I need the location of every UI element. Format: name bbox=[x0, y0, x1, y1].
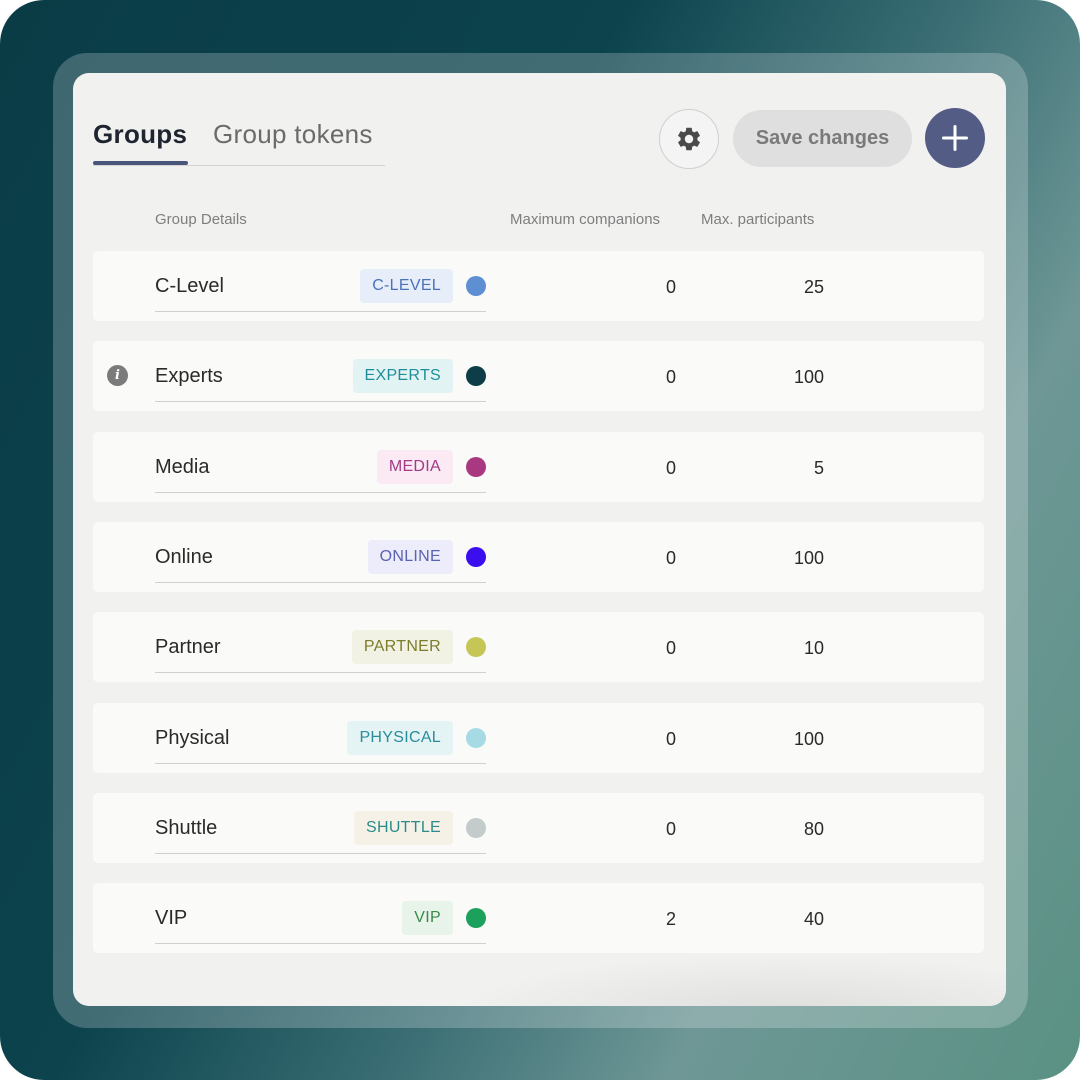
save-changes-button[interactable]: Save changes bbox=[733, 110, 912, 167]
group-tag-badge: PHYSICAL bbox=[347, 720, 453, 755]
group-details[interactable]: Partner PARTNER bbox=[155, 612, 486, 674]
max-participants-value: 25 bbox=[803, 277, 824, 297]
tab-bar: Groups Group tokens bbox=[93, 113, 385, 166]
max-companions-value: 0 bbox=[665, 547, 676, 568]
group-details[interactable]: Online ONLINE bbox=[155, 522, 486, 583]
info-icon[interactable]: i bbox=[107, 365, 128, 387]
group-name: Online bbox=[155, 545, 213, 568]
max-participants-value: 10 bbox=[803, 638, 824, 659]
group-details[interactable]: Media MEDIA bbox=[155, 432, 486, 493]
max-participants-value: 100 bbox=[793, 367, 824, 388]
max-companions-value: 0 bbox=[665, 728, 676, 749]
group-details[interactable]: Experts EXPERTS bbox=[155, 341, 486, 403]
group-tag-badge: C-LEVEL bbox=[360, 269, 453, 303]
max-companions-value: 0 bbox=[665, 277, 676, 297]
group-color-dot[interactable] bbox=[466, 276, 486, 296]
max-companions-value: 0 bbox=[665, 638, 676, 659]
max-companions-value: 0 bbox=[665, 367, 676, 388]
settings-button[interactable] bbox=[659, 109, 719, 169]
groups-panel: Groups Group tokens Save changes Group D… bbox=[73, 73, 1006, 1006]
bottom-shadow bbox=[453, 953, 1006, 1006]
group-color-dot[interactable] bbox=[466, 366, 486, 387]
group-details[interactable]: C-Level C-LEVEL bbox=[155, 251, 486, 312]
add-group-button[interactable] bbox=[925, 108, 985, 168]
tab-groups[interactable]: Groups bbox=[93, 119, 187, 150]
group-name: VIP bbox=[155, 907, 188, 930]
group-row[interactable]: i Experts EXPERTS 0 100 bbox=[93, 341, 984, 412]
group-tag-badge: PARTNER bbox=[351, 630, 453, 665]
active-tab-indicator bbox=[93, 161, 188, 165]
max-companions-value: 2 bbox=[665, 909, 676, 930]
group-tag-badge: VIP bbox=[402, 901, 453, 936]
group-name: Shuttle bbox=[155, 816, 218, 839]
column-header-max-participants: Max. participants bbox=[701, 211, 815, 228]
group-name: C-Level bbox=[155, 275, 224, 297]
column-header-max-companions: Maximum companions bbox=[510, 211, 661, 228]
group-tag-badge: SHUTTLE bbox=[354, 810, 453, 845]
group-tag-badge: MEDIA bbox=[376, 449, 453, 484]
group-name: Media bbox=[155, 455, 210, 478]
group-row[interactable]: Shuttle SHUTTLE 0 80 bbox=[93, 792, 984, 863]
group-details[interactable]: Physical PHYSICAL bbox=[155, 703, 486, 764]
group-color-dot[interactable] bbox=[466, 908, 486, 929]
group-color-dot[interactable] bbox=[466, 637, 486, 658]
max-participants-value: 5 bbox=[813, 457, 824, 478]
group-details[interactable]: Shuttle SHUTTLE bbox=[155, 793, 486, 854]
group-row[interactable]: Physical PHYSICAL 0 100 bbox=[93, 702, 984, 773]
group-row[interactable]: Media MEDIA 0 5 bbox=[93, 431, 984, 502]
max-participants-value: 100 bbox=[793, 547, 824, 568]
group-row[interactable]: Partner PARTNER 0 10 bbox=[93, 612, 984, 683]
group-name: Physical bbox=[155, 726, 230, 749]
group-name: Partner bbox=[155, 636, 221, 659]
group-name: Experts bbox=[155, 365, 223, 388]
group-color-dot[interactable] bbox=[466, 817, 486, 838]
group-row[interactable]: VIP VIP 2 40 bbox=[93, 883, 984, 954]
group-color-dot[interactable] bbox=[466, 727, 486, 748]
max-participants-value: 40 bbox=[803, 909, 824, 930]
max-companions-value: 0 bbox=[665, 818, 676, 839]
group-row[interactable]: C-Level C-LEVEL 0 25 bbox=[93, 251, 984, 321]
max-participants-value: 100 bbox=[793, 728, 824, 749]
group-color-dot[interactable] bbox=[466, 546, 486, 567]
max-participants-value: 80 bbox=[803, 818, 824, 839]
group-tag-badge: ONLINE bbox=[367, 539, 453, 574]
group-tag-badge: EXPERTS bbox=[352, 359, 453, 394]
group-details[interactable]: VIP VIP bbox=[155, 883, 486, 945]
column-header-group-details: Group Details bbox=[155, 211, 247, 228]
tab-group-tokens[interactable]: Group tokens bbox=[213, 119, 373, 150]
group-color-dot[interactable] bbox=[466, 456, 486, 477]
background: Groups Group tokens Save changes Group D… bbox=[0, 0, 1080, 1080]
plus-icon bbox=[942, 125, 968, 151]
gear-icon bbox=[678, 127, 700, 151]
max-companions-value: 0 bbox=[665, 457, 676, 478]
group-row[interactable]: Online ONLINE 0 100 bbox=[93, 521, 984, 592]
